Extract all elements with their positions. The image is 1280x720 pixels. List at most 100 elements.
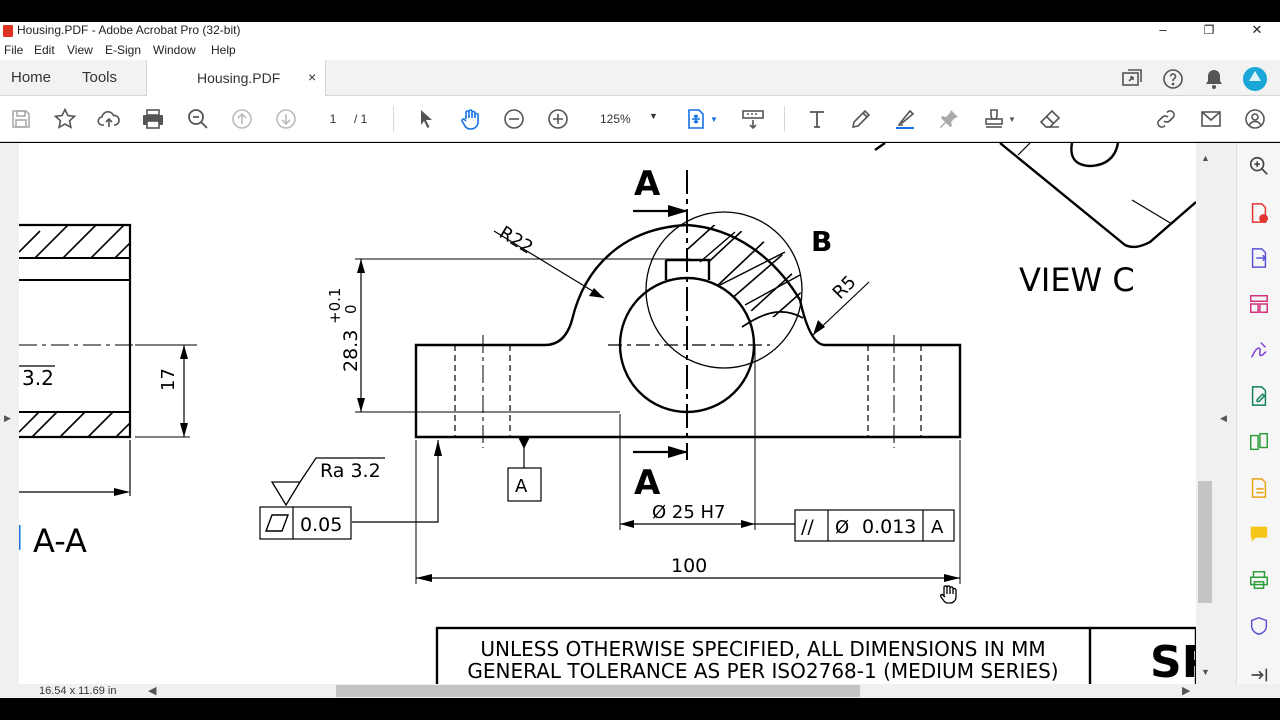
account-avatar-icon[interactable]: [1242, 66, 1268, 92]
pin-icon[interactable]: [937, 107, 961, 131]
save-icon[interactable]: [9, 107, 33, 131]
add-user-icon[interactable]: [1243, 107, 1267, 131]
left-nav-strip: ▶: [0, 143, 19, 684]
dimension-3-2-partial: 3.2: [22, 366, 54, 390]
collapse-right-pane-arrow-icon[interactable]: ◀: [1220, 413, 1227, 424]
highlighter-icon[interactable]: [893, 107, 917, 131]
tab-home[interactable]: Home: [11, 69, 51, 86]
title-block-partial: SP: [1150, 637, 1196, 684]
toolbar-divider: [784, 106, 785, 132]
eraser-icon[interactable]: [1038, 107, 1062, 131]
general-note-line2: GENERAL TOLERANCE AS PER ISO2768-1 (MEDI…: [467, 659, 1058, 683]
dimension-28-3: 28.3: [340, 330, 362, 372]
right-gutter: ◀: [1214, 143, 1236, 684]
share-screen-icon[interactable]: [1120, 67, 1144, 91]
menu-view[interactable]: View: [67, 43, 93, 57]
compare-icon[interactable]: [1248, 431, 1270, 453]
horizontal-scroll-thumb[interactable]: [336, 685, 860, 697]
vertical-scroll-thumb[interactable]: [1198, 481, 1212, 603]
radius-r5: R5: [829, 272, 861, 304]
fit-page-icon[interactable]: [684, 107, 708, 131]
collapse-pane-icon[interactable]: [1248, 664, 1270, 686]
title-bar: Housing.PDF - Adobe Acrobat Pro (32-bit)…: [0, 22, 1280, 40]
minimize-button[interactable]: –: [1140, 22, 1186, 40]
main-toolbar: / 1 125% ▼ ▼ ▼: [0, 96, 1280, 142]
hand-tool-icon[interactable]: [458, 107, 482, 131]
tab-bar: Home Tools Housing.PDF ×: [0, 60, 1280, 97]
tolerance-lower: 0: [342, 304, 360, 314]
edit-pdf-icon[interactable]: [1248, 385, 1270, 407]
print-icon[interactable]: [141, 107, 165, 131]
hand-cursor-icon: [939, 585, 957, 604]
expand-left-pane-icon[interactable]: ▶: [4, 413, 11, 424]
menu-esign[interactable]: E-Sign: [105, 43, 141, 57]
housing-front-view: [259, 143, 1196, 684]
section-cut-label-top: A: [634, 164, 661, 204]
flatness-value: 0.05: [300, 514, 342, 536]
help-icon[interactable]: [1161, 67, 1185, 91]
parallelism-symbol: //: [801, 516, 814, 538]
page-down-icon[interactable]: [274, 107, 298, 131]
menu-file[interactable]: File: [4, 43, 23, 57]
create-pdf-icon[interactable]: [1248, 202, 1270, 224]
zoom-value: 125%: [600, 112, 631, 126]
restore-button[interactable]: ❐: [1186, 22, 1232, 40]
bore-dimension: Ø 25 H7: [652, 502, 726, 523]
menu-edit[interactable]: Edit: [34, 43, 55, 57]
zoom-out-icon[interactable]: [502, 107, 526, 131]
vertical-scrollbar[interactable]: ▲ ▼: [1196, 143, 1214, 684]
fill-sign-icon[interactable]: [1248, 339, 1270, 361]
scroll-mode-icon[interactable]: [741, 107, 765, 131]
menu-bar: File Edit View E-Sign Window Help: [0, 40, 1280, 60]
page-number-input[interactable]: [316, 108, 350, 130]
parallelism-diameter: Ø: [835, 517, 849, 538]
scroll-left-icon[interactable]: ◀: [148, 684, 156, 697]
page-up-icon[interactable]: [230, 107, 254, 131]
tab-document[interactable]: Housing.PDF ×: [146, 60, 326, 97]
select-cursor-icon[interactable]: [414, 107, 438, 131]
fit-page-caret-icon[interactable]: ▼: [710, 115, 718, 124]
page-total-label: / 1: [354, 112, 368, 126]
link-icon[interactable]: [1154, 107, 1178, 131]
close-tab-button[interactable]: ×: [308, 69, 316, 85]
comment-icon[interactable]: [1248, 523, 1270, 545]
scroll-up-icon[interactable]: ▲: [1201, 153, 1210, 163]
zoom-in-icon[interactable]: [546, 107, 570, 131]
cloud-upload-icon[interactable]: [97, 107, 121, 131]
close-window-button[interactable]: ✕: [1234, 22, 1280, 40]
zoom-dropdown[interactable]: 125% ▼: [588, 107, 664, 131]
section-cut-label-bottom: A: [634, 463, 661, 503]
stamp-caret-icon[interactable]: ▼: [1008, 115, 1016, 124]
print-production-icon[interactable]: [1248, 569, 1270, 591]
menu-help[interactable]: Help: [211, 43, 236, 57]
tab-tools[interactable]: Tools: [82, 69, 117, 86]
toolbar-divider: [393, 106, 394, 132]
zoom-search-icon[interactable]: [186, 107, 210, 131]
dimension-100: 100: [671, 555, 707, 577]
add-text-icon[interactable]: [805, 107, 829, 131]
acrobat-logo-icon: [3, 25, 13, 37]
search-tool-icon[interactable]: [1248, 155, 1270, 177]
surface-roughness: Ra 3.2: [320, 460, 381, 482]
scroll-right-icon[interactable]: ▶: [1182, 684, 1190, 697]
stamp-icon[interactable]: [982, 107, 1006, 131]
view-c-label: VIEW C: [1019, 261, 1135, 299]
detail-label: B: [811, 225, 832, 258]
page-size-label: 16.54 x 11.69 in: [39, 685, 117, 697]
pen-icon[interactable]: [849, 107, 873, 131]
protect-icon[interactable]: [1248, 615, 1270, 637]
bookmark-star-icon[interactable]: [53, 107, 77, 131]
status-bar: 16.54 x 11.69 in ◀ ▶: [0, 684, 1280, 698]
notifications-icon[interactable]: [1202, 67, 1226, 91]
export-pdf-icon[interactable]: [1248, 247, 1270, 269]
document-view[interactable]: 17 3.2 A-A A A B R22 R5 28.3 +0.1 0 Ra 3…: [19, 143, 1196, 684]
organize-pages-icon[interactable]: [1248, 293, 1270, 315]
export-icon[interactable]: [1248, 477, 1270, 499]
chevron-down-icon: ▼: [649, 111, 658, 121]
scroll-down-icon[interactable]: ▼: [1201, 667, 1210, 677]
parallelism-value: 0.013: [862, 516, 916, 538]
datum-a-label: A: [515, 476, 528, 497]
mail-icon[interactable]: [1199, 107, 1223, 131]
engineering-drawing: 17 3.2 A-A A A B R22 R5 28.3 +0.1 0 Ra 3…: [19, 143, 1196, 684]
menu-window[interactable]: Window: [153, 43, 196, 57]
